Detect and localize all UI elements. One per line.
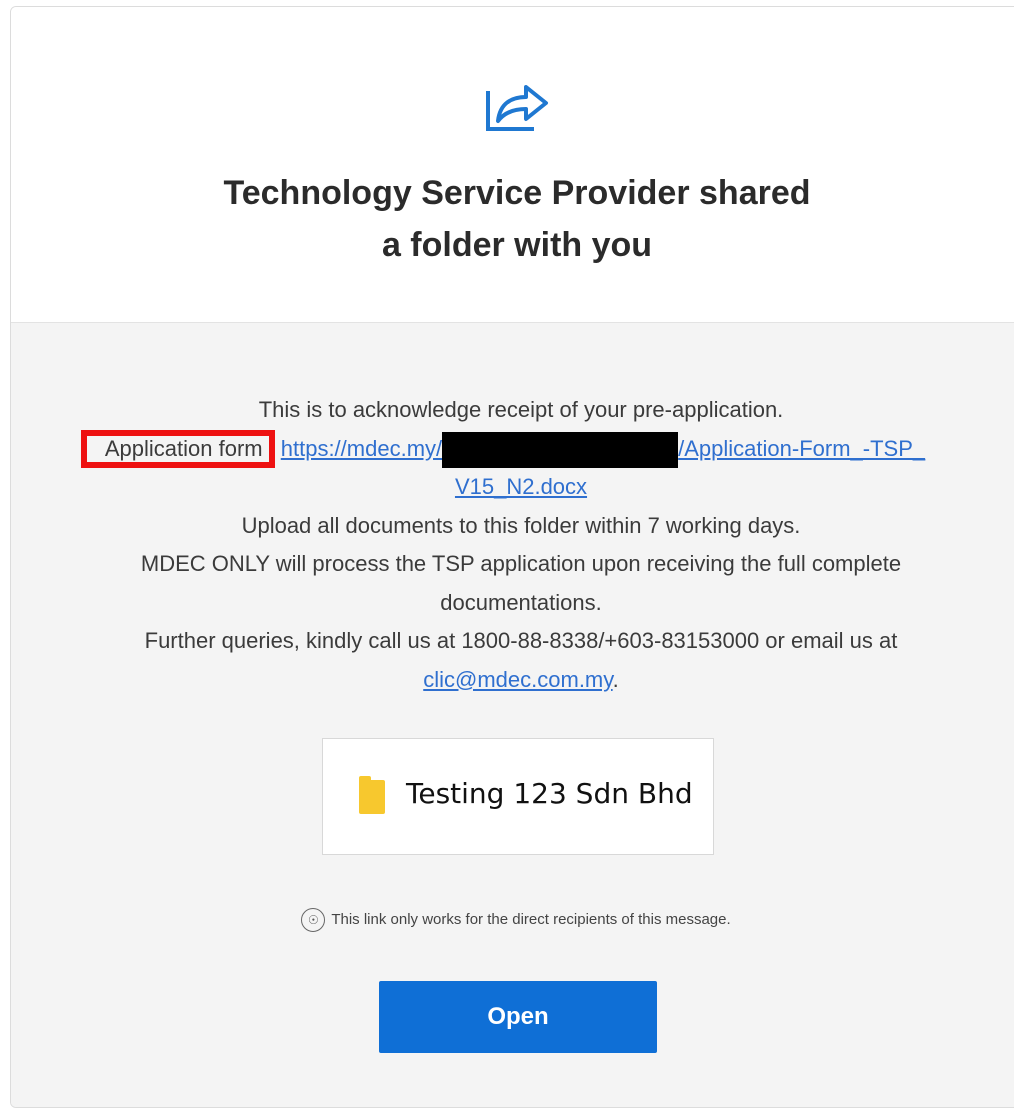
application-form-link-wrap[interactable]: V15_N2.docx <box>455 474 587 499</box>
page-title: Technology Service Provider shared a fol… <box>11 167 1014 271</box>
application-form-link-start[interactable]: https://mdec.my/ <box>281 436 442 461</box>
application-form-line: Application form https://mdec.my/ /Applic… <box>51 429 991 469</box>
contact-line: Further queries, kindly call us at 1800-… <box>144 628 898 653</box>
open-button[interactable]: Open <box>379 981 657 1053</box>
title-line-2: a folder with you <box>381 226 653 264</box>
processing-note-line-2: documentations. <box>440 589 602 615</box>
acknowledgement-line: This is to acknowledge receipt of your p… <box>258 397 784 422</box>
email-suffix: . <box>612 666 619 692</box>
message-text: This is to acknowledge receipt of your p… <box>51 391 991 699</box>
title-line-1: Technology Service Provider shared <box>223 174 811 212</box>
share-arrow-icon <box>486 85 548 131</box>
upload-instruction-line: Upload all documents to this folder with… <box>241 512 801 538</box>
application-form-label: Application form <box>80 429 275 468</box>
redacted-block <box>442 431 679 468</box>
shared-folder-card[interactable]: Testing 123 Sdn Bhd <box>322 738 714 855</box>
card-body: This is to acknowledge receipt of your p… <box>11 323 1014 1107</box>
application-form-link-wrap-line: V15_N2.docx <box>51 468 991 507</box>
email-line: clic@mdec.com.my. <box>51 661 991 700</box>
application-form-link-end[interactable]: /Application-Form_-TSP_ <box>678 436 925 461</box>
people-icon: ☉ <box>301 908 326 932</box>
notice-text: This link only works for the direct reci… <box>331 910 731 928</box>
folder-icon <box>359 776 385 814</box>
card-header: Technology Service Provider shared a fol… <box>11 7 1014 323</box>
email-link[interactable]: clic@mdec.com.my <box>423 667 612 692</box>
processing-note-line: MDEC ONLY will process the TSP applicati… <box>140 551 902 576</box>
recipient-notice: ☉ This link only works for the direct rec… <box>11 908 1014 932</box>
folder-name: Testing 123 Sdn Bhd <box>406 777 693 810</box>
share-notification-card: Technology Service Provider shared a fol… <box>10 6 1014 1108</box>
